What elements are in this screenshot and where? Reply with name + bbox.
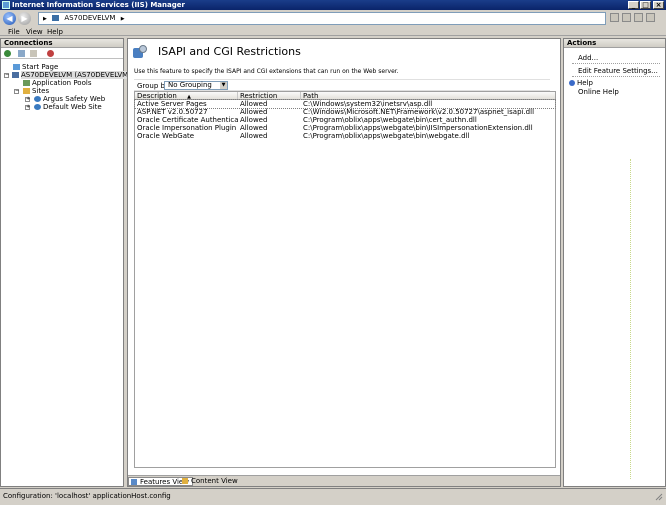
column-path[interactable]: Path bbox=[301, 92, 555, 100]
resize-grip-icon[interactable] bbox=[654, 492, 663, 501]
column-description[interactable]: Description ▲ bbox=[135, 92, 238, 100]
stop-icon[interactable] bbox=[622, 13, 631, 22]
menu-help[interactable]: Help bbox=[47, 28, 63, 36]
home-icon[interactable] bbox=[634, 13, 643, 22]
save-icon[interactable] bbox=[18, 50, 25, 57]
actions-pane: Actions Add... Edit Feature Settings... … bbox=[563, 38, 666, 487]
window-title: Internet Information Services (IIS) Mana… bbox=[12, 1, 185, 9]
divider bbox=[630, 159, 631, 479]
close-button[interactable]: × bbox=[653, 1, 664, 9]
breadcrumb-expand[interactable]: ▶ bbox=[121, 16, 125, 22]
delete-connection-icon[interactable] bbox=[47, 50, 54, 57]
forward-button[interactable]: ▶ bbox=[18, 12, 31, 25]
page-title: ISAPI and CGI Restrictions bbox=[158, 45, 301, 58]
menu-file[interactable]: File bbox=[8, 28, 20, 36]
crumb-separator: ▶ bbox=[43, 16, 47, 22]
actions-header: Actions bbox=[564, 39, 665, 48]
back-arrow-icon: ◀ bbox=[6, 14, 13, 23]
connect-icon[interactable] bbox=[4, 50, 11, 57]
divider bbox=[572, 63, 660, 64]
tree-expand-default[interactable]: + bbox=[25, 105, 30, 110]
content-view-icon bbox=[182, 478, 188, 484]
connections-toolbar bbox=[1, 48, 123, 59]
column-restriction[interactable]: Restriction bbox=[238, 92, 301, 100]
minimize-button[interactable]: _ bbox=[628, 1, 639, 9]
tree-collapse-server[interactable]: − bbox=[4, 73, 9, 78]
connections-pane: Connections Start Page − AS70DEVELVM (AS… bbox=[0, 38, 162, 487]
tree-collapse-sites[interactable]: − bbox=[14, 89, 19, 94]
features-view-icon bbox=[131, 479, 137, 485]
toolbar-icon-1[interactable] bbox=[610, 13, 619, 22]
breadcrumb-server[interactable]: AS70DEVELVM bbox=[64, 14, 115, 22]
action-edit-feature-settings[interactable]: Edit Feature Settings... bbox=[578, 67, 658, 75]
table-row[interactable]: ASP.NET v2.0.50727 Allowed C:\Windows\Mi… bbox=[135, 108, 555, 116]
globe-icon bbox=[34, 104, 41, 110]
status-text: Configuration: 'localhost' applicationHo… bbox=[3, 492, 171, 500]
address-field[interactable]: ▶ AS70DEVELVM ▶ bbox=[38, 12, 606, 25]
menu-view[interactable]: View bbox=[26, 28, 43, 36]
tree-expand-argus[interactable]: + bbox=[25, 97, 30, 102]
action-add[interactable]: Add... bbox=[578, 54, 598, 62]
help-icon bbox=[569, 80, 575, 86]
table-row[interactable]: Oracle Certificate Authentication Plugin… bbox=[135, 116, 555, 124]
server-icon bbox=[52, 15, 60, 21]
globe-icon bbox=[34, 96, 41, 102]
tree-item-default-web-site[interactable]: Default Web Site bbox=[34, 103, 102, 111]
sites-folder-icon bbox=[23, 88, 30, 94]
divider bbox=[572, 76, 660, 77]
tree-item-start-page[interactable]: Start Page bbox=[13, 63, 58, 71]
table-row[interactable]: Oracle WebGate Allowed C:\Program\oblix\… bbox=[135, 132, 555, 140]
table-header: Description ▲ Restriction Path bbox=[135, 92, 555, 100]
chevron-down-icon: ▼ bbox=[220, 82, 227, 89]
help-icon[interactable] bbox=[646, 13, 655, 22]
server-icon bbox=[12, 72, 19, 78]
back-button[interactable]: ◀ bbox=[3, 12, 16, 25]
tree-item-sites[interactable]: Sites bbox=[23, 87, 49, 95]
connections-header: Connections bbox=[1, 39, 123, 48]
action-online-help[interactable]: Online Help bbox=[578, 88, 619, 96]
address-bar: ◀ ▶ ▶ AS70DEVELVM ▶ bbox=[0, 10, 666, 27]
forward-arrow-icon: ▶ bbox=[21, 14, 28, 23]
action-help[interactable]: Help bbox=[569, 79, 593, 87]
isapi-cgi-icon bbox=[133, 45, 148, 60]
tab-content-view[interactable]: Content View bbox=[180, 477, 241, 486]
restrictions-table: Description ▲ Restriction Path Active Se… bbox=[134, 91, 556, 468]
status-bar: Configuration: 'localhost' applicationHo… bbox=[0, 488, 666, 505]
feature-panel: ISAPI and CGI Restrictions Use this feat… bbox=[127, 38, 561, 487]
iis-app-icon bbox=[2, 1, 10, 9]
start-page-icon bbox=[13, 64, 20, 70]
feature-description: Use this feature to specify the ISAPI an… bbox=[134, 68, 399, 75]
table-row[interactable]: Active Server Pages Allowed C:\Windows\s… bbox=[134, 99, 556, 109]
tree-item-application-pools[interactable]: Application Pools bbox=[23, 79, 91, 87]
maximize-button[interactable]: □ bbox=[640, 1, 651, 9]
app-pools-icon bbox=[23, 80, 30, 86]
view-tabs: Features View Content View bbox=[128, 475, 560, 486]
table-row[interactable]: Oracle Impersonation Plugin Allowed C:\P… bbox=[135, 124, 555, 132]
up-icon[interactable] bbox=[30, 50, 37, 57]
group-by-bar: Group by: No Grouping ▼ bbox=[134, 79, 550, 91]
menu-bar: File View Help bbox=[0, 27, 666, 36]
group-by-select[interactable]: No Grouping ▼ bbox=[164, 81, 228, 90]
tree-item-argus-safety-web[interactable]: Argus Safety Web bbox=[34, 95, 105, 103]
title-bar: Internet Information Services (IIS) Mana… bbox=[0, 0, 666, 10]
